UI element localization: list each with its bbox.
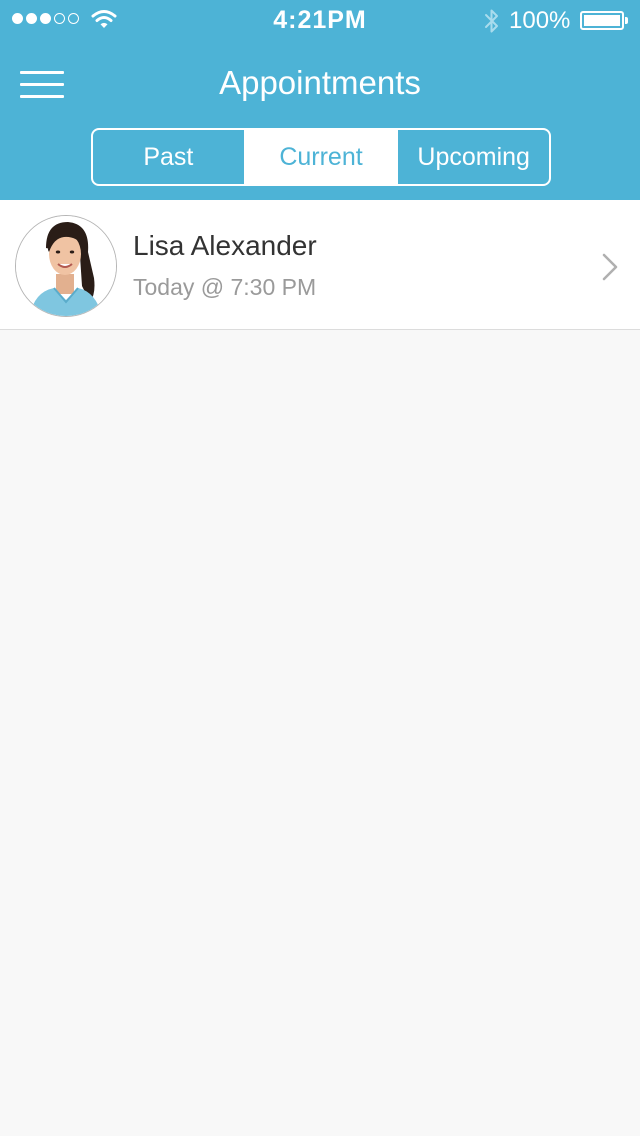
avatar <box>15 215 117 317</box>
appointment-list: Lisa Alexander Today @ 7:30 PM <box>0 200 640 330</box>
appointment-time: Today @ 7:30 PM <box>133 274 317 300</box>
status-bar: 4:21PM 100% <box>0 0 640 40</box>
chevron-right-icon <box>602 253 618 281</box>
segment-upcoming[interactable]: Upcoming <box>396 130 549 184</box>
bluetooth-icon <box>485 9 498 33</box>
page-title: Appointments <box>219 64 421 101</box>
header: 4:21PM 100% Appointments Past Current Up… <box>0 0 640 200</box>
segment-current[interactable]: Current <box>243 130 397 184</box>
segment-past[interactable]: Past <box>93 130 244 184</box>
appointment-row[interactable]: Lisa Alexander Today @ 7:30 PM <box>0 200 640 330</box>
battery-percentage: 100% <box>509 7 571 34</box>
appointment-filter-segmented-control: Past Current Upcoming <box>91 128 551 186</box>
battery-icon <box>580 11 628 30</box>
patient-name: Lisa Alexander <box>133 230 317 261</box>
